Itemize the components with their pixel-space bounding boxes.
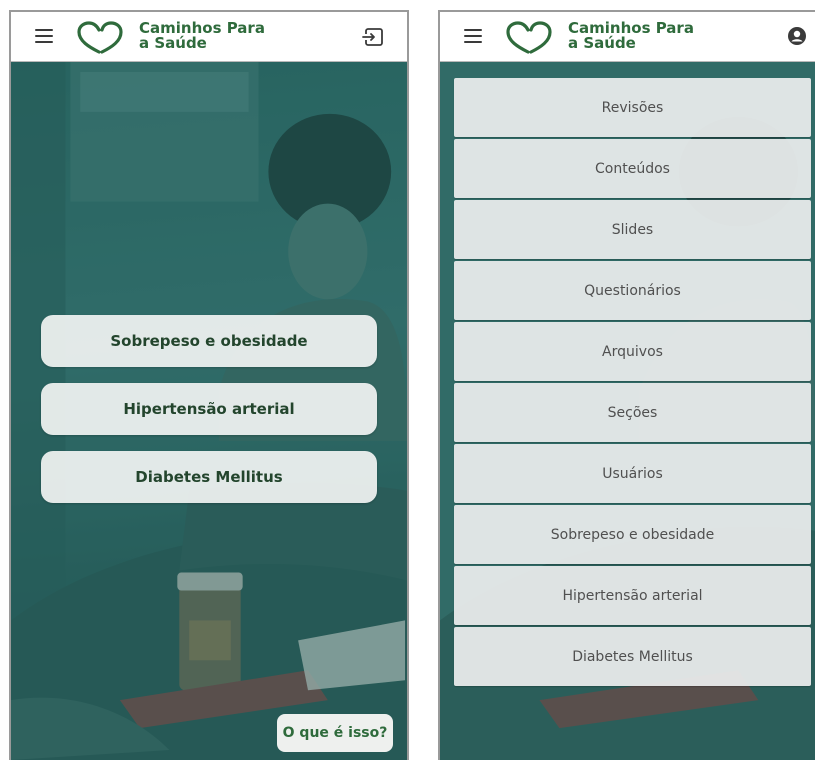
app-bar: Caminhos Para a Saúde — [440, 12, 815, 62]
app-bar: Caminhos Para a Saúde — [11, 12, 407, 62]
hero-background: Revisões Conteúdos Slides Questionários … — [440, 62, 815, 760]
topic-button-diabetes[interactable]: Diabetes Mellitus — [41, 451, 377, 503]
home-screen: Caminhos Para a Saúde Sobrepeso e obesid… — [9, 10, 409, 760]
topic-button-hipertensao[interactable]: Hipertensão arterial — [41, 383, 377, 435]
what-is-this-button[interactable]: O que é isso? — [277, 714, 393, 752]
app-title-line2: a Saúde — [139, 34, 207, 52]
topic-button-sobrepeso[interactable]: Sobrepeso e obesidade — [41, 315, 377, 367]
menu-item-questionarios[interactable]: Questionários — [454, 261, 811, 320]
app-title-line2: a Saúde — [568, 34, 636, 52]
app-title: Caminhos Para a Saúde — [139, 21, 265, 51]
hero-background: Sobrepeso e obesidade Hipertensão arteri… — [11, 62, 407, 760]
menu-item-diabetes[interactable]: Diabetes Mellitus — [454, 627, 811, 686]
menu-item-revisoes[interactable]: Revisões — [454, 78, 811, 137]
menu-icon[interactable] — [464, 29, 482, 43]
menu-item-hipertensao[interactable]: Hipertensão arterial — [454, 566, 811, 625]
heart-logo-icon — [506, 21, 552, 54]
admin-menu-list: Revisões Conteúdos Slides Questionários … — [454, 78, 811, 688]
heart-logo-icon — [77, 21, 123, 54]
menu-screen: Caminhos Para a Saúde Revisões Conteúdos… — [438, 10, 815, 760]
menu-item-slides[interactable]: Slides — [454, 200, 811, 259]
menu-item-conteudos[interactable]: Conteúdos — [454, 139, 811, 198]
app-title: Caminhos Para a Saúde — [568, 21, 694, 51]
menu-item-usuarios[interactable]: Usuários — [454, 444, 811, 503]
menu-item-arquivos[interactable]: Arquivos — [454, 322, 811, 381]
menu-item-sobrepeso[interactable]: Sobrepeso e obesidade — [454, 505, 811, 564]
menu-icon[interactable] — [35, 29, 53, 43]
logout-icon[interactable] — [361, 26, 385, 48]
account-circle-icon[interactable] — [787, 26, 807, 46]
menu-item-secoes[interactable]: Seções — [454, 383, 811, 442]
